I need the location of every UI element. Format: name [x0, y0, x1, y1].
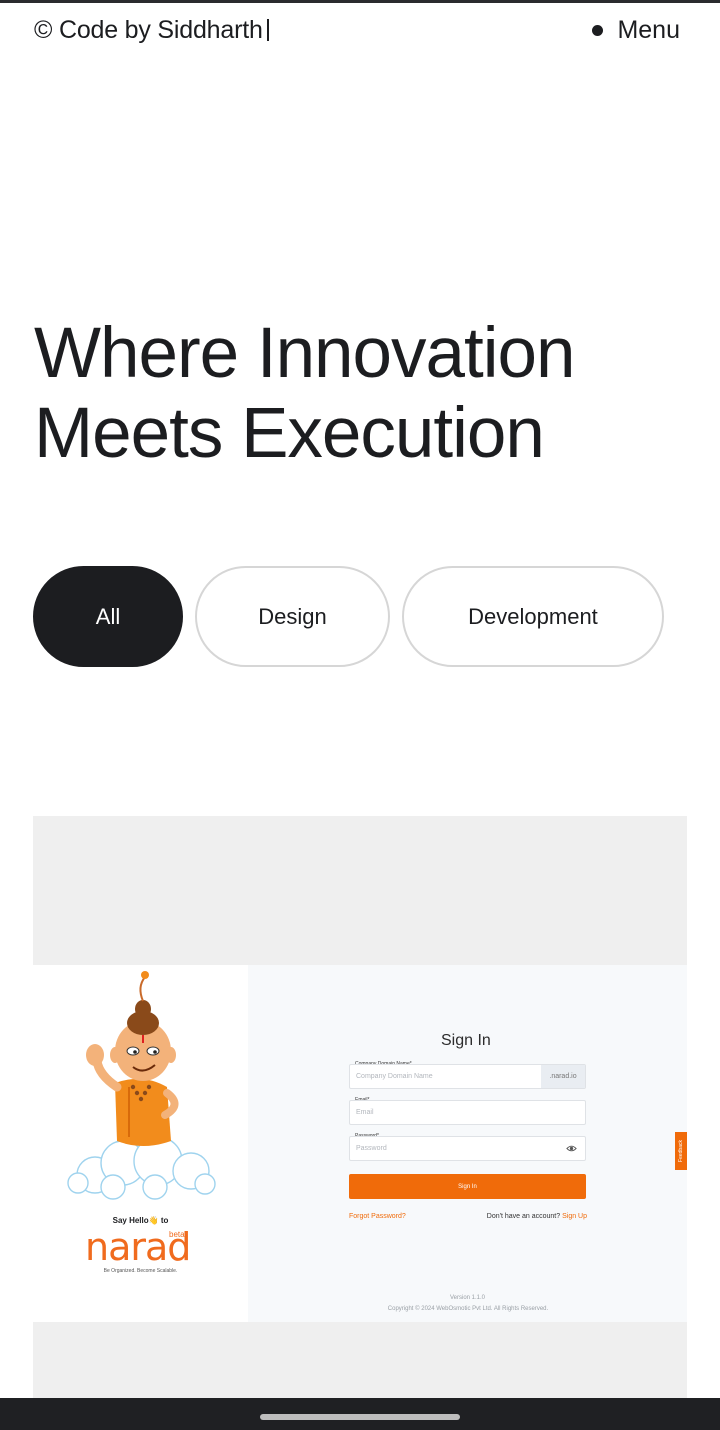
- filter-development[interactable]: Development: [402, 566, 664, 667]
- no-account-label: Don't have an account?: [486, 1213, 561, 1220]
- project-screenshot: Say Hello👋 to narad beta Be Organized. B…: [33, 965, 687, 1322]
- hero-line-2: Meets Execution: [34, 394, 545, 473]
- site-header: © Code by Siddharth Menu: [0, 0, 720, 64]
- signup-link: Sign Up: [562, 1213, 587, 1220]
- menu-button[interactable]: Menu: [592, 16, 680, 45]
- forgot-password-link: Forgot Password?: [349, 1213, 406, 1220]
- email-placeholder: Email: [356, 1109, 374, 1116]
- project-card[interactable]: Say Hello👋 to narad beta Be Organized. B…: [33, 816, 687, 1398]
- say-hello-text: Say Hello👋 to: [112, 1216, 169, 1225]
- hero-heading: Where Innovation Meets Execution: [34, 314, 694, 474]
- company-domain-placeholder: Company Domain Name: [356, 1073, 433, 1080]
- text-cursor: [266, 19, 269, 41]
- screenshot-brand-panel: Say Hello👋 to narad beta Be Organized. B…: [33, 965, 248, 1322]
- feedback-label: Feedback: [678, 1140, 684, 1162]
- brand-text: © Code by Siddharth: [34, 16, 263, 44]
- feedback-tab: Feedback: [675, 1132, 687, 1170]
- brand-logo[interactable]: © Code by Siddharth: [34, 16, 269, 45]
- menu-dot-icon: [592, 25, 604, 36]
- copyright-text: Copyright © 2024 WebOsmotic Pvt Ltd. All…: [387, 1306, 549, 1312]
- password-input: Password: [349, 1136, 586, 1161]
- mascot-illustration: [67, 971, 216, 1200]
- signin-title: Sign In: [441, 1032, 491, 1049]
- filter-label: Design: [258, 603, 327, 629]
- no-account-text: Don't have an account? Sign Up: [487, 1213, 587, 1220]
- version-text: Version 1.1.0: [449, 1295, 486, 1301]
- menu-label: Menu: [617, 16, 680, 44]
- signin-button: Sign In: [349, 1174, 586, 1199]
- email-input: Email: [349, 1100, 586, 1125]
- system-navigation-bar: [0, 1398, 720, 1430]
- company-domain-input: Company Domain Name .narad.io: [349, 1064, 586, 1089]
- filter-label: All: [95, 603, 121, 629]
- beta-badge: beta: [169, 1230, 185, 1239]
- hero-line-1: Where Innovation: [34, 314, 575, 393]
- domain-suffix: .narad.io: [541, 1065, 585, 1088]
- filter-label: Development: [468, 603, 598, 629]
- filter-all[interactable]: All: [33, 566, 183, 667]
- filter-design[interactable]: Design: [195, 566, 390, 667]
- tagline: Be Organized. Become Scalable.: [103, 1268, 178, 1274]
- home-indicator[interactable]: [260, 1414, 460, 1420]
- password-placeholder: Password: [356, 1145, 387, 1152]
- eye-icon: [566, 1145, 577, 1152]
